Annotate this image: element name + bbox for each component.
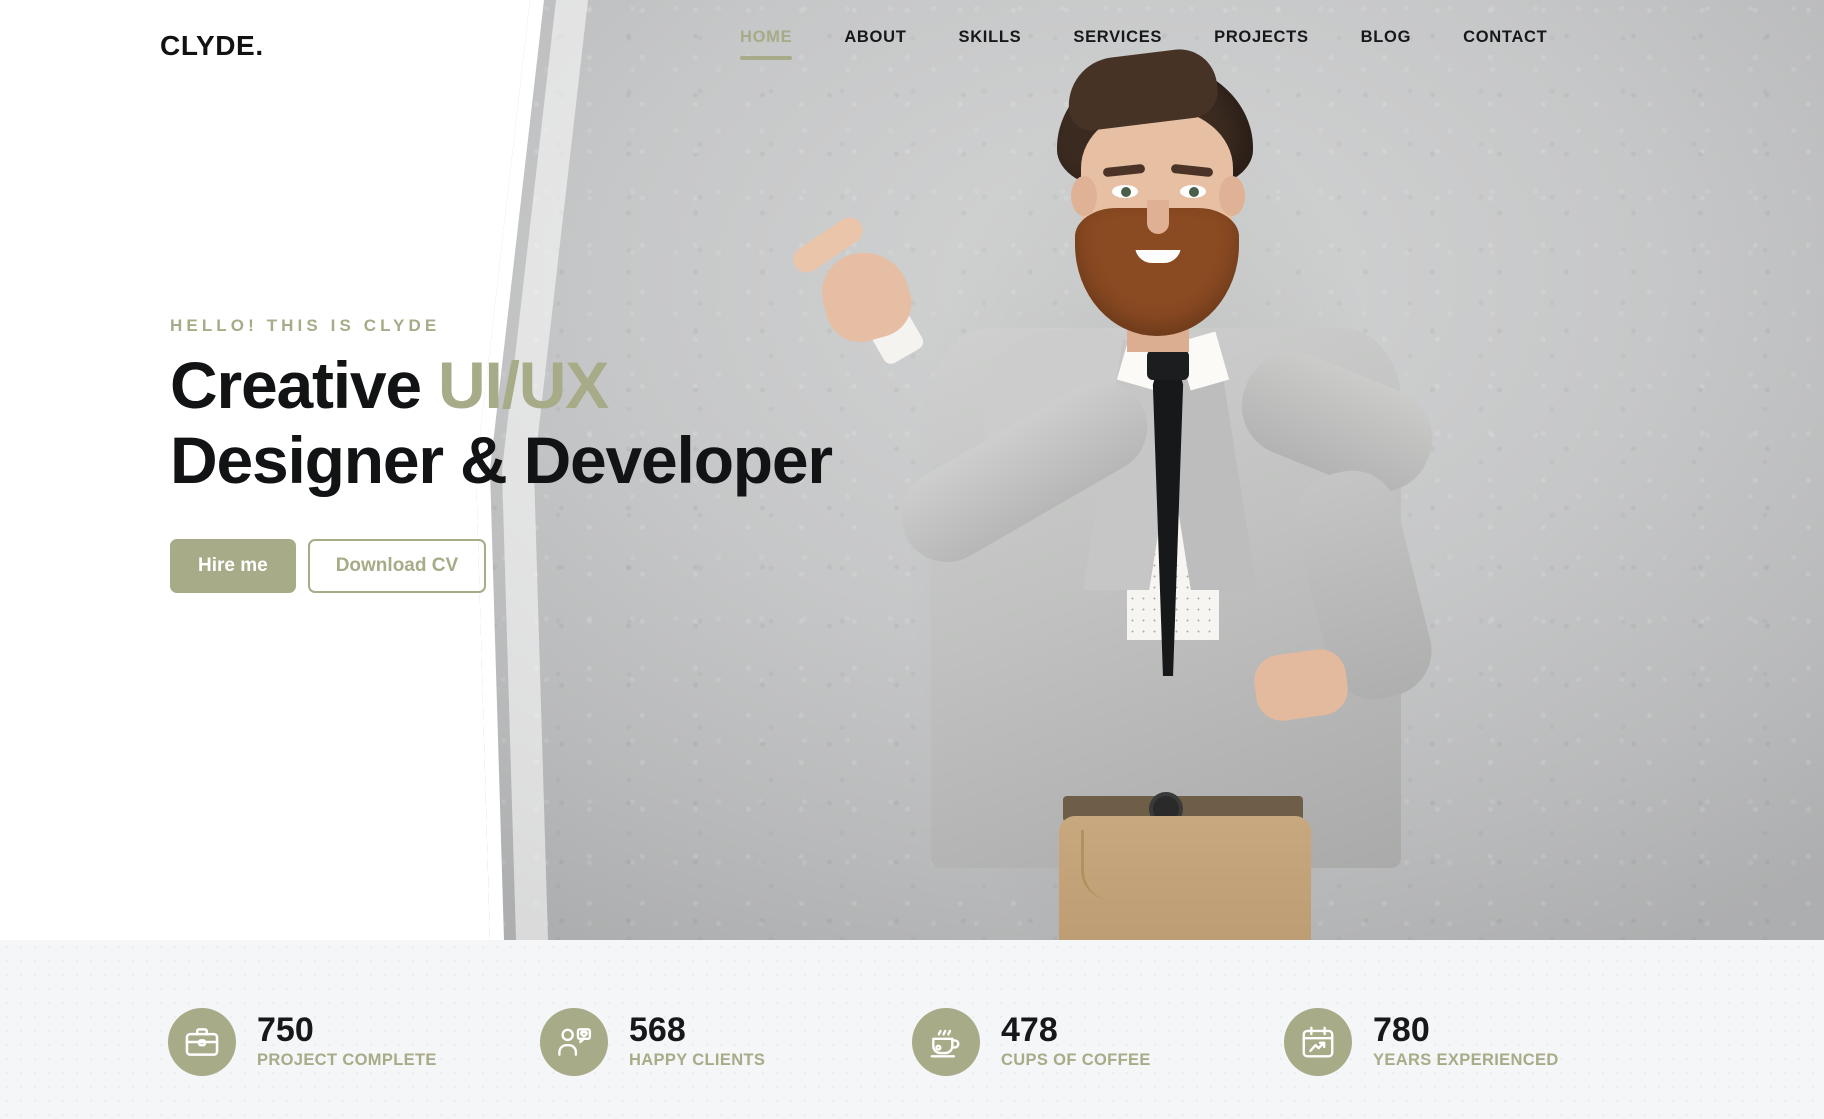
portrait-photo [788, 40, 1475, 940]
coffee-cup-icon [912, 1007, 980, 1076]
stat-years-experienced: 780 YEARS EXPERIENCED [1284, 984, 1656, 1076]
stat-project-complete: 750 PROJECT COMPLETE [168, 984, 540, 1076]
hero-headline-line-2: Designer & Developer [170, 423, 833, 498]
nav-item-blog[interactable]: BLOG [1361, 28, 1411, 60]
nose [1147, 200, 1169, 234]
nav-item-home[interactable]: HOME [740, 28, 793, 60]
landing-page: HELLO! THIS IS CLYDE Creative UI/UX Desi… [0, 0, 1824, 1119]
ear-left [1071, 176, 1097, 216]
stat-text: 780 YEARS EXPERIENCED [1373, 1010, 1559, 1071]
client-feedback-icon [540, 1007, 608, 1076]
nav-menu: HOME ABOUT SKILLS SERVICES PROJECTS BLOG… [740, 28, 1547, 60]
stats-bar: 750 PROJECT COMPLETE 568 HAPPY CLIENTS 4… [0, 940, 1824, 1119]
headline-plain: Creative [170, 348, 439, 422]
nav-item-skills[interactable]: SKILLS [958, 28, 1021, 60]
necktie-knot [1147, 350, 1189, 380]
site-logo[interactable]: CLYDE. [160, 30, 264, 62]
top-navigation: CLYDE. HOME ABOUT SKILLS SERVICES PROJEC… [0, 0, 1824, 86]
stat-text: 478 CUPS OF COFFEE [1001, 1010, 1151, 1071]
stat-label: PROJECT COMPLETE [257, 1051, 437, 1070]
nav-item-services[interactable]: SERVICES [1073, 28, 1162, 60]
calendar-growth-icon [1284, 1007, 1352, 1076]
trouser-pocket [1081, 830, 1139, 900]
hire-me-button[interactable]: Hire me [170, 538, 296, 593]
stat-value: 780 [1373, 1010, 1430, 1049]
hero-headline-line-1: Creative UI/UX [170, 348, 930, 422]
nav-item-projects[interactable]: PROJECTS [1214, 28, 1309, 60]
stat-label: CUPS OF COFFEE [1001, 1051, 1151, 1070]
stat-label: HAPPY CLIENTS [629, 1051, 766, 1070]
hero-section: HELLO! THIS IS CLYDE Creative UI/UX Desi… [0, 0, 1824, 940]
stat-cups-of-coffee: 478 CUPS OF COFFEE [912, 984, 1284, 1076]
pupil-right [1189, 187, 1199, 197]
hero-eyebrow: HELLO! THIS IS CLYDE [170, 316, 441, 335]
download-cv-button[interactable]: Download CV [307, 538, 487, 593]
ear-right [1219, 176, 1245, 216]
briefcase-icon [168, 1007, 236, 1076]
stat-value: 478 [1001, 1010, 1058, 1049]
pupil-left [1121, 187, 1131, 197]
stat-value: 568 [629, 1010, 686, 1049]
headline-accent: UI/UX [438, 348, 609, 422]
hero-content: HELLO! THIS IS CLYDE Creative UI/UX Desi… [170, 316, 930, 593]
stat-value: 750 [257, 1010, 314, 1049]
hero-cta-group: Hire me Download CV [170, 538, 930, 593]
nav-item-about[interactable]: ABOUT [844, 28, 906, 60]
stat-label: YEARS EXPERIENCED [1373, 1051, 1559, 1070]
stat-text: 568 HAPPY CLIENTS [629, 1010, 766, 1071]
moustache [1127, 232, 1189, 250]
stat-text: 750 PROJECT COMPLETE [257, 1010, 437, 1071]
nav-item-contact[interactable]: CONTACT [1463, 28, 1547, 60]
stat-happy-clients: 568 HAPPY CLIENTS [540, 984, 912, 1076]
